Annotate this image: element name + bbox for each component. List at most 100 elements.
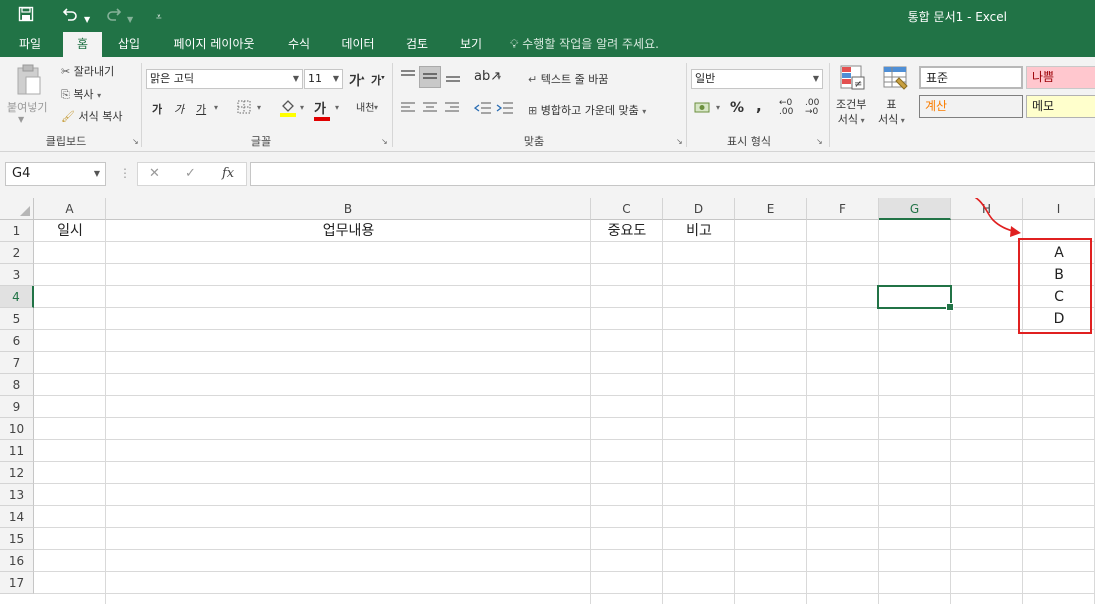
align-middle-icon[interactable] [419, 66, 441, 88]
align-center-icon[interactable] [422, 101, 438, 118]
tab-home[interactable]: 홈 [63, 32, 102, 57]
copy-dropdown-icon[interactable]: ▾ [97, 91, 101, 100]
row-header-11[interactable]: 11 [0, 440, 34, 462]
row-header-1[interactable]: 1 [0, 220, 34, 242]
orientation-dropdown-icon[interactable]: ▾ [497, 73, 501, 82]
tab-file[interactable]: 파일 [8, 32, 52, 57]
row-header-15[interactable]: 15 [0, 528, 34, 550]
conditional-formatting-button[interactable]: 조건부 서식 ▾ [836, 97, 866, 128]
save-icon[interactable] [18, 6, 34, 27]
font-name-combo[interactable]: 맑은 고딕 ▼ [146, 69, 303, 89]
font-color-dropdown-icon[interactable]: ▾ [335, 103, 339, 112]
font-size-combo[interactable]: 11 ▼ [304, 69, 343, 89]
paste-button[interactable]: 붙여넣기 [7, 99, 47, 115]
cancel-icon[interactable]: ✕ [149, 166, 160, 181]
align-top-icon[interactable] [400, 69, 416, 86]
copy-button[interactable]: ⎘ 복사 ▾ [61, 86, 101, 102]
select-all-button[interactable] [0, 198, 34, 220]
decrease-decimal-icon[interactable]: .00 →0 [805, 99, 819, 117]
borders-dropdown-icon[interactable]: ▾ [257, 103, 261, 112]
column-header-e[interactable]: E [735, 198, 807, 220]
column-header-f[interactable]: F [807, 198, 879, 220]
redo-dropdown-icon[interactable]: ▼ [127, 10, 133, 30]
column-header-c[interactable]: C [591, 198, 663, 220]
enter-icon[interactable]: ✓ [185, 166, 196, 181]
format-as-table-icon[interactable] [882, 64, 910, 95]
tell-me-box[interactable]: 💡︎ 수행할 작업을 알려 주세요. [510, 32, 659, 57]
row-header-17[interactable]: 17 [0, 572, 34, 594]
align-left-icon[interactable] [400, 101, 416, 118]
conditional-formatting-icon[interactable]: ≠ [839, 64, 867, 95]
row-header-6[interactable]: 6 [0, 330, 34, 352]
percent-button[interactable]: % [730, 100, 744, 116]
merge-dropdown-icon[interactable]: ▾ [642, 107, 646, 116]
accounting-format-icon[interactable] [694, 101, 712, 118]
align-right-icon[interactable] [444, 101, 460, 118]
undo-icon[interactable] [62, 6, 78, 27]
format-as-table-button[interactable]: 표 서식 ▾ [878, 97, 905, 128]
row-header-8[interactable]: 8 [0, 374, 34, 396]
customize-qat-icon[interactable]: ⩡ [156, 8, 162, 28]
decrease-font-button[interactable]: 가▾ [371, 72, 385, 88]
font-color-button[interactable]: 가 [314, 98, 330, 121]
cell-d1[interactable]: 비고 [663, 220, 735, 242]
row-header-9[interactable]: 9 [0, 396, 34, 418]
format-painter-button[interactable]: 🖌︎ 서식 복사 [61, 108, 122, 124]
clipboard-launcher-icon[interactable]: ↘ [132, 137, 139, 146]
formula-input[interactable] [250, 162, 1095, 186]
tab-formulas[interactable]: 수식 [278, 32, 320, 57]
row-header-2[interactable]: 2 [0, 242, 34, 264]
row-header-7[interactable]: 7 [0, 352, 34, 374]
column-header-b[interactable]: B [106, 198, 591, 220]
tab-view[interactable]: 보기 [450, 32, 492, 57]
redo-icon[interactable] [106, 6, 122, 27]
accounting-dropdown-icon[interactable]: ▾ [716, 103, 720, 112]
style-note[interactable]: 메모 [1026, 95, 1095, 118]
style-bad[interactable]: 나쁨 [1026, 66, 1095, 89]
name-box[interactable]: G4 ▼ [5, 162, 106, 186]
row-header-10[interactable]: 10 [0, 418, 34, 440]
paste-icon[interactable] [14, 63, 44, 100]
cell-a1[interactable]: 일시 [34, 220, 106, 242]
increase-decimal-icon[interactable]: ←0.00 [779, 99, 793, 117]
row-header-12[interactable]: 12 [0, 462, 34, 484]
column-header-i[interactable]: I [1023, 198, 1095, 220]
align-bottom-icon[interactable] [445, 69, 461, 86]
font-launcher-icon[interactable]: ↘ [381, 137, 388, 146]
cut-button[interactable]: ✂ 잘라내기 [61, 63, 114, 79]
phonetic-dropdown-icon[interactable]: ▾ [374, 103, 378, 112]
worksheet-grid[interactable]: ABCDEFGHI 1 2 3 4 5 6 7 8 9 10 11 12 13 14 15 16 17 일시 업무… [0, 198, 1095, 604]
undo-dropdown-icon[interactable]: ▼ [84, 10, 90, 30]
increase-font-button[interactable]: 가▴ [349, 70, 364, 89]
row-header-3[interactable]: 3 [0, 264, 34, 286]
column-header-d[interactable]: D [663, 198, 735, 220]
alignment-launcher-icon[interactable]: ↘ [676, 137, 683, 146]
column-header-g[interactable]: G [879, 198, 951, 220]
italic-button[interactable]: 가 [174, 101, 184, 117]
cell-b1[interactable]: 업무내용 [106, 220, 591, 242]
row-header-16[interactable]: 16 [0, 550, 34, 572]
decrease-indent-icon[interactable] [473, 101, 492, 118]
style-normal[interactable]: 표준 [919, 66, 1023, 89]
merge-center-button[interactable]: ⊞ 병합하고 가운데 맞춤 ▾ [528, 102, 646, 118]
number-launcher-icon[interactable]: ↘ [816, 137, 823, 146]
tab-page-layout[interactable]: 페이지 레이아웃 [162, 32, 266, 57]
increase-indent-icon[interactable] [496, 101, 514, 118]
row-header-13[interactable]: 13 [0, 484, 34, 506]
row-header-14[interactable]: 14 [0, 506, 34, 528]
tab-data[interactable]: 데이터 [332, 32, 384, 57]
cell-c1[interactable]: 중요도 [591, 220, 663, 242]
wrap-text-button[interactable]: ↵ 텍스트 줄 바꿈 [528, 71, 608, 87]
paste-dropdown-icon[interactable]: ▼ [18, 115, 24, 124]
insert-function-icon[interactable]: fx [222, 166, 234, 181]
row-header-4[interactable]: 4 [0, 286, 34, 308]
tab-insert[interactable]: 삽입 [108, 32, 150, 57]
number-format-combo[interactable]: 일반 ▼ [691, 69, 823, 89]
column-header-a[interactable]: A [34, 198, 106, 220]
borders-icon[interactable] [236, 99, 252, 118]
underline-dropdown-icon[interactable]: ▾ [214, 103, 218, 112]
phonetic-button[interactable]: 내천 [356, 99, 374, 114]
comma-button[interactable]: , [756, 97, 762, 115]
tab-review[interactable]: 검토 [396, 32, 438, 57]
style-calculation[interactable]: 계산 [919, 95, 1023, 118]
